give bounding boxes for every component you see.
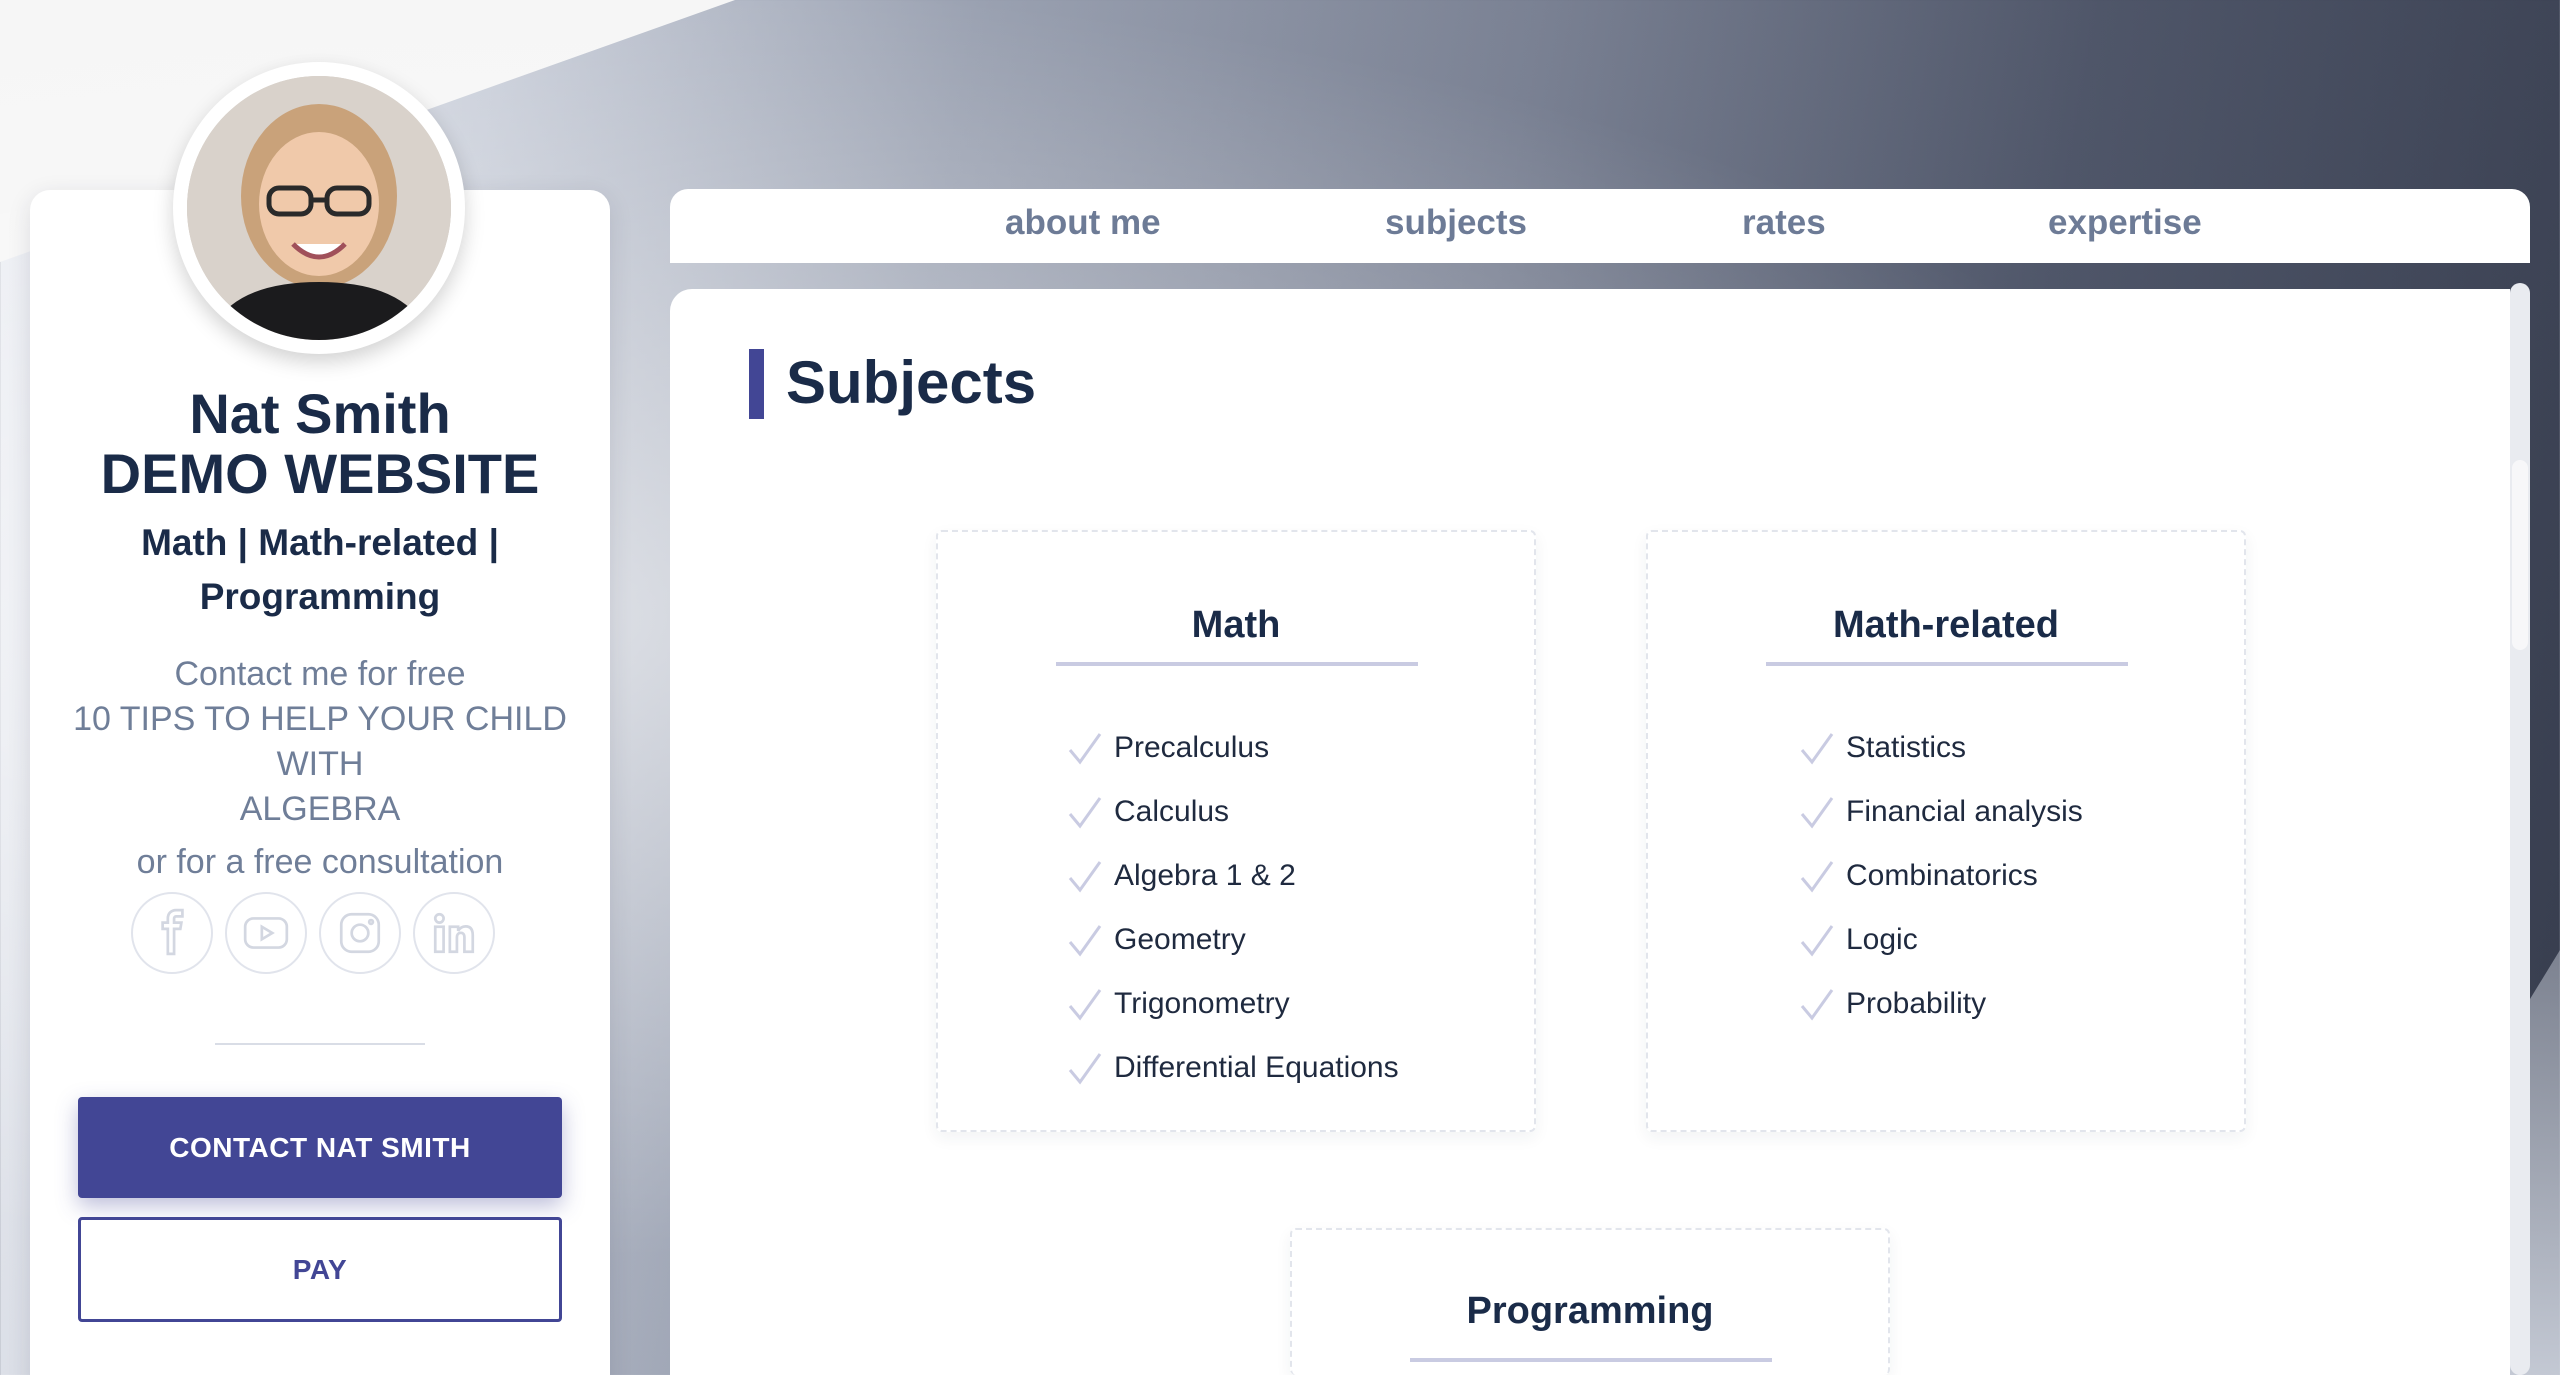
- subject-list: Statistics Financial analysis Combinator…: [1798, 716, 2083, 1036]
- profile-name: Nat Smith DEMO WEBSITE: [30, 384, 610, 504]
- section-accent-bar: [749, 349, 764, 419]
- card-underline: [1410, 1358, 1772, 1362]
- list-item-label: Financial analysis: [1846, 795, 2083, 828]
- card-title: Math-related: [1833, 604, 2059, 646]
- check-icon: [1068, 733, 1102, 765]
- list-item-label: Algebra 1 & 2: [1114, 859, 1296, 892]
- scrollbar-thumb[interactable]: [2512, 460, 2528, 650]
- card-underline: [1766, 662, 2128, 666]
- list-item-label: Logic: [1846, 923, 1918, 956]
- check-icon: [1800, 925, 1834, 957]
- list-item: Statistics: [1798, 716, 2083, 780]
- tips-link-line[interactable]: ALGEBRA: [50, 787, 590, 832]
- check-icon: [1800, 797, 1834, 829]
- list-item: Algebra 1 & 2: [1066, 844, 1399, 908]
- nav-about-me[interactable]: about me: [1005, 203, 1161, 243]
- social-links: [131, 892, 509, 974]
- avatar-photo: [187, 76, 451, 340]
- subtitle-line: Programming: [199, 576, 441, 617]
- pay-button[interactable]: PAY: [78, 1217, 562, 1322]
- check-icon: [1068, 797, 1102, 829]
- list-item-label: Statistics: [1846, 731, 1967, 764]
- top-nav: about me subjects rates expertise: [670, 189, 2530, 263]
- section-title: Subjects: [786, 349, 1037, 416]
- card-title: Programming: [1466, 1290, 1714, 1332]
- subject-list: Precalculus Calculus Algebra 1 & 2 Geome…: [1066, 716, 1399, 1100]
- contact-line: Contact me for free: [174, 655, 466, 693]
- list-item-label: Differential Equations: [1114, 1051, 1399, 1084]
- profile-site-label: DEMO WEBSITE: [100, 442, 540, 505]
- list-item-label: Precalculus: [1114, 731, 1270, 764]
- list-item-label: Geometry: [1114, 923, 1246, 956]
- sidebar-divider: [215, 1043, 425, 1045]
- scrollbar-track[interactable]: [2510, 283, 2530, 1375]
- profile-subtitle: Math | Math-related | Programming: [100, 516, 540, 624]
- subject-card-math-related: Math-related Statistics Financial analys…: [1646, 530, 2246, 1132]
- subject-card-math: Math Precalculus Calculus Algebra 1 & 2 …: [936, 530, 1536, 1132]
- list-item-label: Probability: [1846, 987, 1987, 1020]
- card-title: Math: [1191, 604, 1281, 646]
- list-item: Probability: [1798, 972, 2083, 1036]
- list-item: Precalculus: [1066, 716, 1399, 780]
- list-item: Differential Equations: [1066, 1036, 1399, 1100]
- youtube-icon[interactable]: [225, 892, 307, 974]
- nav-subjects[interactable]: subjects: [1385, 203, 1527, 243]
- contact-offer: Contact me for free 10 TIPS TO HELP YOUR…: [50, 652, 590, 885]
- nav-rates[interactable]: rates: [1742, 203, 1826, 243]
- check-icon: [1068, 1053, 1102, 1085]
- profile-name-line: Nat Smith: [189, 382, 451, 445]
- list-item: Geometry: [1066, 908, 1399, 972]
- facebook-icon[interactable]: [131, 892, 213, 974]
- consultation-line: or for a free consultation: [136, 843, 504, 881]
- list-item: Trigonometry: [1066, 972, 1399, 1036]
- tips-link-line[interactable]: 10 TIPS TO HELP YOUR CHILD WITH: [50, 697, 590, 787]
- list-item: Financial analysis: [1798, 780, 2083, 844]
- check-icon: [1068, 925, 1102, 957]
- list-item-label: Calculus: [1114, 795, 1230, 828]
- person-portrait-icon: [187, 76, 451, 340]
- contact-button[interactable]: CONTACT NAT SMITH: [78, 1097, 562, 1198]
- subtitle-line: Math | Math-related |: [141, 522, 499, 563]
- avatar: [173, 62, 465, 354]
- check-icon: [1068, 989, 1102, 1021]
- list-item-label: Combinatorics: [1846, 859, 2038, 892]
- linkedin-icon[interactable]: [413, 892, 495, 974]
- subject-card-programming: Programming: [1290, 1228, 1890, 1375]
- check-icon: [1068, 861, 1102, 893]
- instagram-icon[interactable]: [319, 892, 401, 974]
- check-icon: [1800, 733, 1834, 765]
- check-icon: [1800, 861, 1834, 893]
- list-item: Calculus: [1066, 780, 1399, 844]
- list-item: Logic: [1798, 908, 2083, 972]
- list-item-label: Trigonometry: [1114, 987, 1290, 1020]
- list-item: Combinatorics: [1798, 844, 2083, 908]
- nav-expertise[interactable]: expertise: [2048, 203, 2202, 243]
- check-icon: [1800, 989, 1834, 1021]
- card-underline: [1056, 662, 1418, 666]
